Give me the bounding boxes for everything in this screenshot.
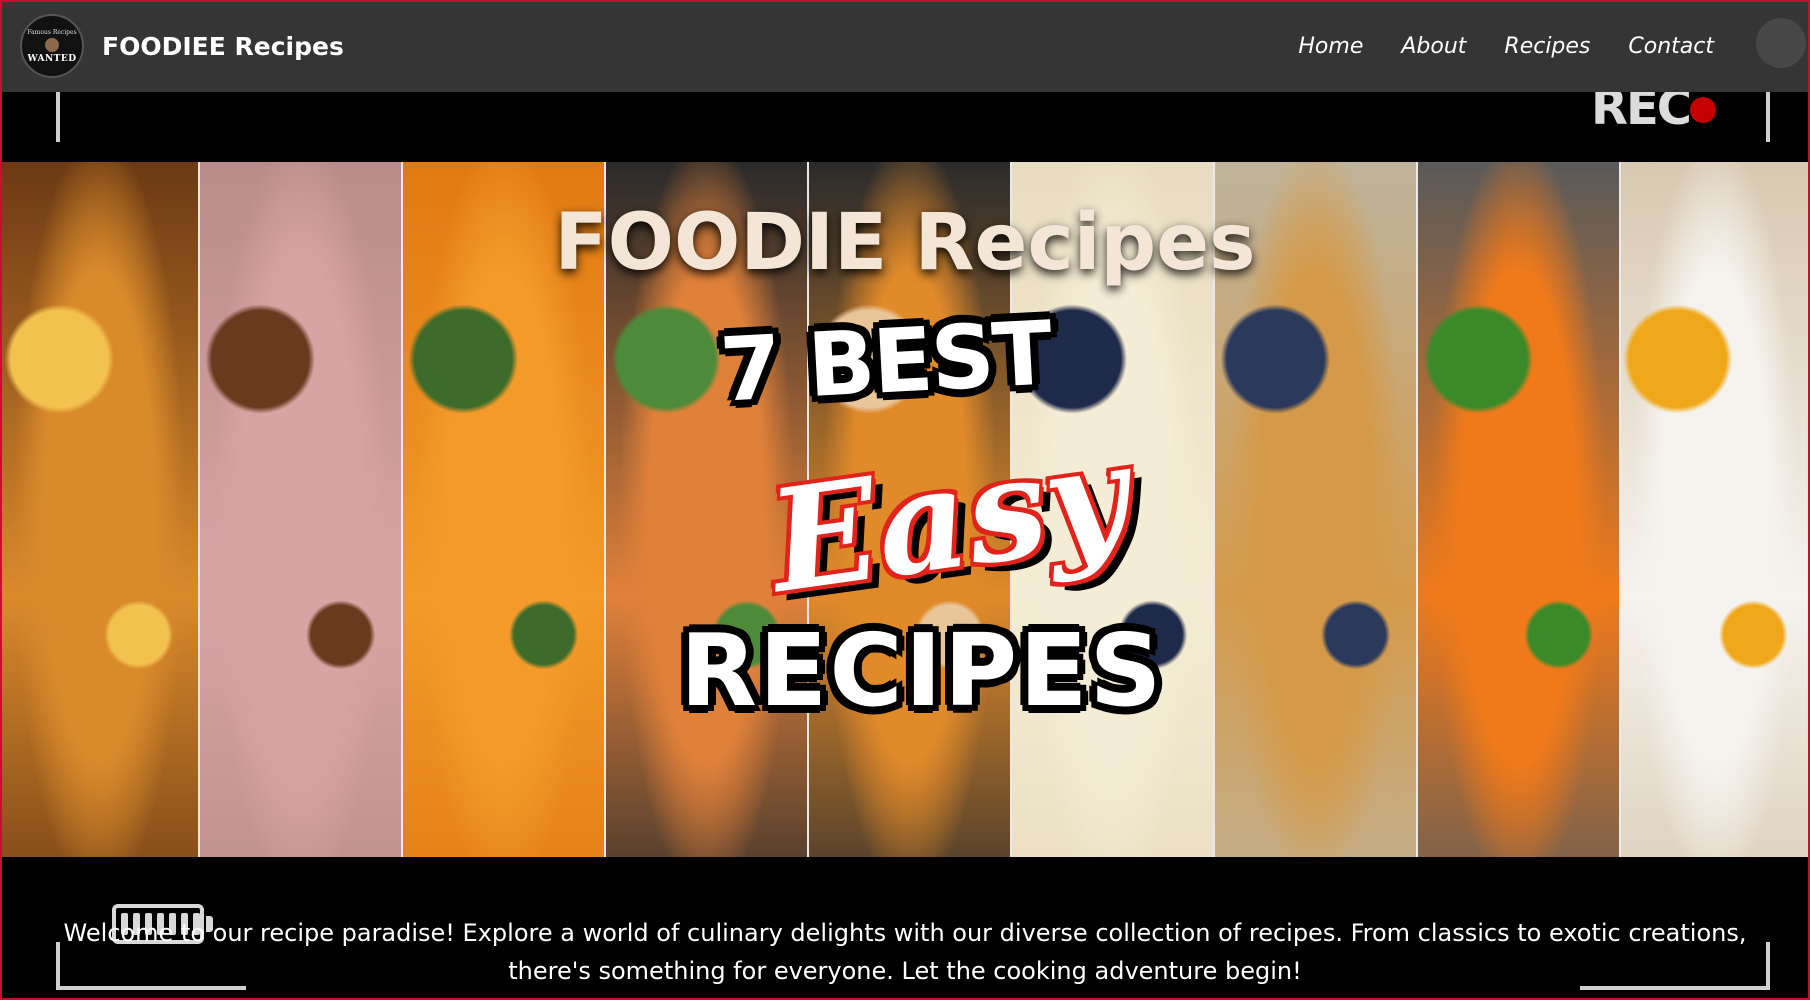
headline-7-best: 7 BEST (717, 301, 1053, 422)
nav-link-home[interactable]: Home (1298, 34, 1363, 59)
rec-indicator-text: REC (1591, 92, 1692, 136)
hero-top-band (0, 92, 1810, 162)
user-avatar[interactable] (1756, 18, 1806, 68)
headline-recipes: RECIPES (680, 612, 1164, 729)
hero-title: FOODIE Recipes (554, 198, 1256, 289)
main-nav: Home About Recipes Contact (1298, 0, 1714, 92)
brand-name[interactable]: FOODIEE Recipes (102, 32, 344, 61)
site-logo[interactable]: Famous Recipes WANTED (20, 14, 84, 78)
viewfinder-corner-top-left (56, 92, 60, 142)
logo-small-text: Famous Recipes (27, 28, 77, 36)
welcome-message: Welcome to our recipe paradise! Explore … (63, 919, 1747, 985)
nav-link-about[interactable]: About (1401, 34, 1466, 59)
nav-link-recipes[interactable]: Recipes (1504, 34, 1590, 59)
rec-dot-icon (1690, 97, 1716, 123)
logo-figure-icon (45, 37, 59, 52)
viewfinder-corner-top-right (1766, 92, 1770, 142)
hero-banner: REC FOODIE Recipes 7 BEST Easy RECIPES W… (0, 92, 1810, 1000)
nav-link-contact[interactable]: Contact (1628, 34, 1714, 59)
logo-text: WANTED (27, 53, 77, 64)
navbar: Famous Recipes WANTED FOODIEE Recipes Ho… (0, 0, 1810, 92)
